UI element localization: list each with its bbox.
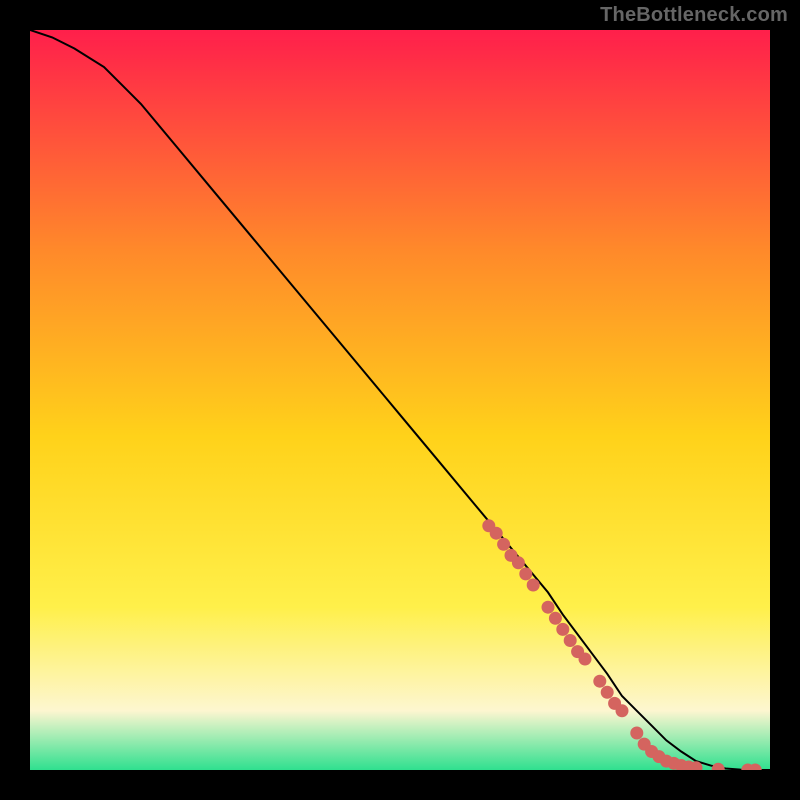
watermark-text: TheBottleneck.com bbox=[600, 4, 788, 27]
data-marker bbox=[497, 538, 510, 551]
data-marker bbox=[512, 556, 525, 569]
data-marker bbox=[549, 612, 562, 625]
data-marker bbox=[593, 675, 606, 688]
data-marker bbox=[601, 686, 614, 699]
data-marker bbox=[630, 727, 643, 740]
data-marker bbox=[490, 527, 503, 540]
data-marker bbox=[542, 601, 555, 614]
data-marker bbox=[564, 634, 577, 647]
data-marker bbox=[579, 653, 592, 666]
data-marker bbox=[519, 567, 532, 580]
data-marker bbox=[556, 623, 569, 636]
plot-svg bbox=[30, 30, 770, 770]
chart-stage: TheBottleneck.com bbox=[0, 0, 800, 800]
data-marker bbox=[616, 704, 629, 717]
data-marker bbox=[527, 579, 540, 592]
gradient-background bbox=[30, 30, 770, 770]
plot-area bbox=[30, 30, 770, 770]
